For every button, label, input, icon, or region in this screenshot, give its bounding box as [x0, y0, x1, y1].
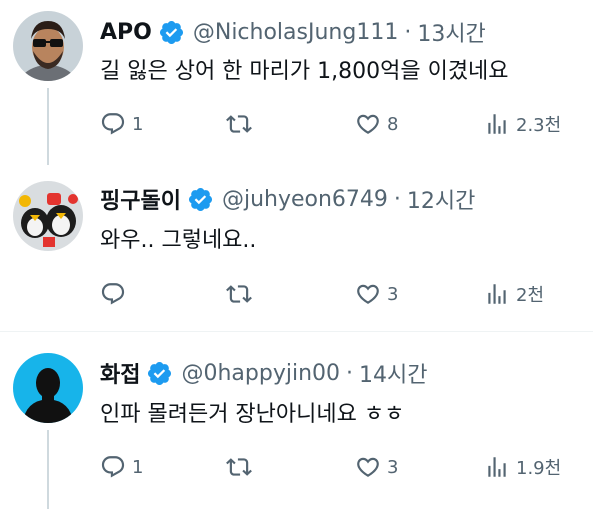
like-icon: [357, 457, 379, 477]
reply-icon: [101, 456, 125, 478]
handle[interactable]: @NicholasJung111: [193, 20, 398, 45]
retweet-button[interactable]: [226, 453, 258, 481]
like-icon: [357, 114, 379, 134]
tweet-actions: 1 3 1.9천: [100, 453, 580, 481]
reply-icon: [101, 283, 125, 305]
reply-button[interactable]: 1: [100, 453, 143, 481]
like-button[interactable]: 3: [355, 453, 398, 481]
tweet[interactable]: 핑구돌이 @juhyeon6749 · 12시간 와우.. 그렇네요.. 3 2…: [0, 165, 593, 331]
reply-icon: [101, 113, 125, 135]
views-button[interactable]: 2천: [484, 280, 544, 308]
retweet-icon: [226, 115, 252, 133]
reply-button[interactable]: 1: [100, 110, 143, 138]
handle[interactable]: @0happyjin00: [181, 361, 340, 386]
views-count: 2.3천: [516, 115, 562, 136]
timestamp[interactable]: 14시간: [359, 357, 427, 389]
retweet-button[interactable]: [226, 110, 258, 138]
like-icon: [357, 284, 379, 304]
views-count: 1.9천: [516, 458, 562, 479]
views-count: 2천: [516, 285, 545, 306]
tweet-actions: 1 8 2.3천: [100, 110, 580, 138]
tweet-text: 인파 몰려든거 장난아니네요 ㅎㅎ: [100, 402, 405, 427]
verified-badge-icon: [146, 360, 173, 387]
thread-line: [47, 430, 49, 509]
like-count: 8: [387, 113, 399, 135]
verified-badge-icon: [158, 19, 185, 46]
thread-line: [47, 88, 49, 165]
handle[interactable]: @juhyeon6749: [222, 187, 388, 212]
views-icon: [488, 284, 506, 304]
timestamp[interactable]: 12시간: [407, 183, 475, 215]
reply-count: 1: [132, 456, 144, 478]
retweet-button[interactable]: [226, 280, 258, 308]
tweet[interactable]: APO @NicholasJung111 · 13시간 길 잃은 상어 한 마리…: [0, 0, 593, 165]
tweet-actions: 3 2천: [100, 280, 580, 308]
views-button[interactable]: 1.9천: [484, 453, 561, 481]
display-name[interactable]: 화접: [100, 357, 140, 389]
views-icon: [488, 457, 506, 477]
verified-badge-icon: [187, 186, 214, 213]
like-count: 3: [387, 283, 399, 305]
display-name[interactable]: APO: [100, 20, 152, 45]
like-button[interactable]: 3: [355, 280, 398, 308]
tweet[interactable]: 화접 @0happyjin00 · 14시간 인파 몰려든거 장난아니네요 ㅎㅎ…: [0, 332, 593, 509]
avatar[interactable]: [13, 11, 83, 81]
avatar[interactable]: [13, 181, 83, 251]
display-name[interactable]: 핑구돌이: [100, 183, 181, 215]
tweet-text: 와우.. 그렇네요..: [100, 228, 257, 253]
views-icon: [488, 114, 506, 134]
reply-count: 1: [132, 113, 144, 135]
tweet-text: 길 잃은 상어 한 마리가 1,800억을 이겼네요: [100, 59, 509, 84]
like-count: 3: [387, 456, 399, 478]
separator: ·: [404, 19, 412, 45]
reply-button[interactable]: [100, 280, 132, 308]
like-button[interactable]: 8: [355, 110, 398, 138]
retweet-icon: [226, 285, 252, 303]
separator: ·: [346, 360, 354, 386]
separator: ·: [393, 186, 401, 212]
timestamp[interactable]: 13시간: [417, 16, 485, 48]
retweet-icon: [226, 458, 252, 476]
views-button[interactable]: 2.3천: [484, 110, 561, 138]
avatar[interactable]: [13, 353, 83, 423]
